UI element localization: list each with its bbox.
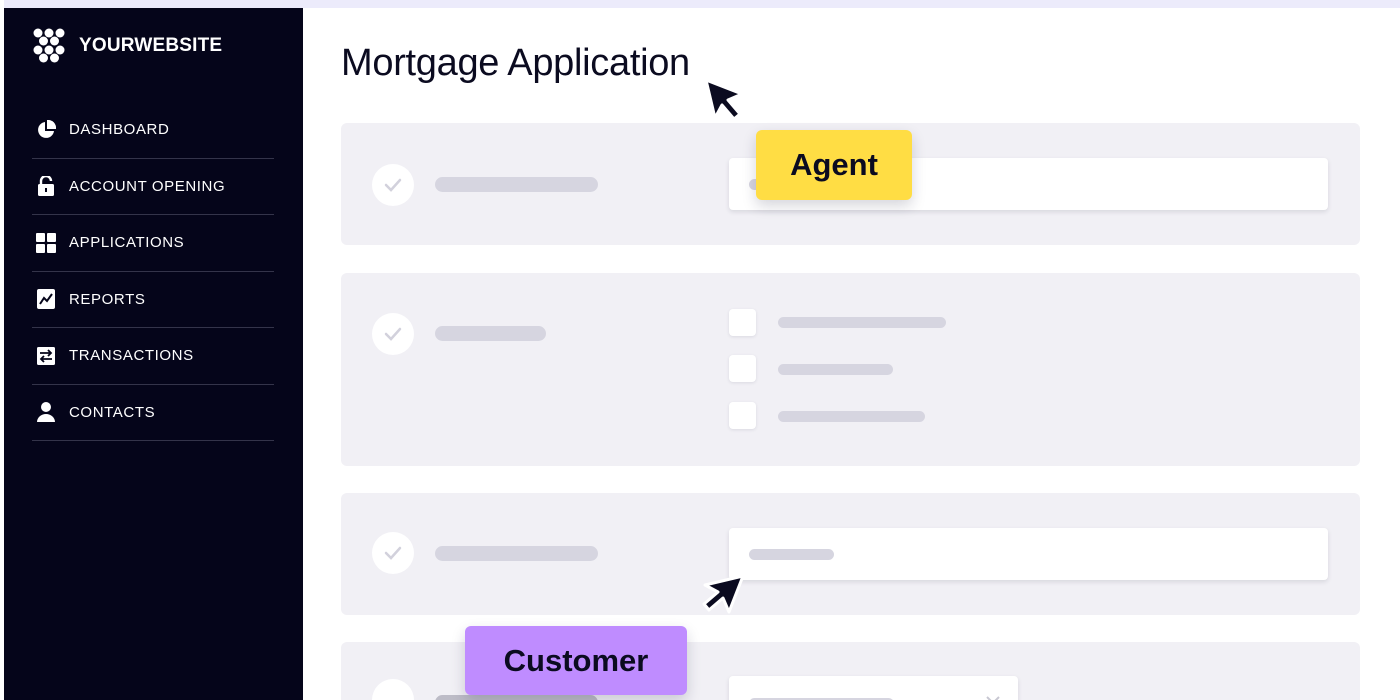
- sidebar-item-account-opening[interactable]: ACCOUNT OPENING: [32, 159, 274, 215]
- grid-icon: [34, 231, 58, 255]
- field-label-placeholder: [435, 695, 598, 700]
- sidebar-item-label: APPLICATIONS: [69, 234, 185, 252]
- chart-file-icon: [34, 287, 58, 311]
- field-label-placeholder: [435, 326, 546, 341]
- sidebar-item-applications[interactable]: APPLICATIONS: [32, 215, 274, 272]
- brand-name: YOURWEBSITE: [79, 35, 223, 56]
- sidebar-item-label: ACCOUNT OPENING: [69, 177, 226, 195]
- check-icon[interactable]: [372, 532, 414, 574]
- agent-cursor-icon: [704, 78, 744, 121]
- text-field[interactable]: [729, 528, 1328, 580]
- option-label-placeholder: [778, 317, 946, 328]
- sidebar-item-contacts[interactable]: CONTACTS: [32, 385, 274, 441]
- agent-label: Agent: [756, 130, 912, 200]
- unlock-icon: [34, 174, 58, 198]
- check-icon[interactable]: [372, 164, 414, 206]
- checkbox[interactable]: [729, 309, 756, 336]
- select-field[interactable]: [729, 676, 1018, 700]
- check-icon[interactable]: [372, 313, 414, 355]
- form-section: [341, 273, 1360, 466]
- sidebar-item-label: DASHBOARD: [69, 121, 170, 139]
- field-label-placeholder: [435, 177, 598, 192]
- pie-chart-icon: [34, 118, 58, 142]
- sidebar-item-reports[interactable]: REPORTS: [32, 272, 274, 328]
- customer-label: Customer: [465, 626, 687, 695]
- form-section: [341, 493, 1360, 615]
- user-icon: [34, 400, 58, 424]
- brand-logo[interactable]: YOURWEBSITE: [32, 28, 222, 64]
- sidebar: YOURWEBSITE DASHBOARD ACCOUNT OPENING AP…: [4, 8, 303, 700]
- logo-icon: [33, 28, 65, 63]
- option-label-placeholder: [778, 364, 893, 375]
- check-icon[interactable]: [372, 679, 414, 700]
- sidebar-item-dashboard[interactable]: DASHBOARD: [32, 102, 274, 159]
- sidebar-item-label: TRANSACTIONS: [69, 347, 194, 365]
- checkbox[interactable]: [729, 355, 756, 382]
- top-band: [0, 0, 1400, 8]
- field-label-placeholder: [435, 546, 598, 561]
- chevron-down-icon: [986, 696, 1000, 700]
- field-value-placeholder: [749, 549, 834, 560]
- customer-cursor-icon: [702, 574, 745, 614]
- sidebar-item-label: REPORTS: [69, 290, 146, 308]
- sidebar-item-label: CONTACTS: [69, 403, 156, 421]
- checkbox[interactable]: [729, 402, 756, 429]
- option-label-placeholder: [778, 411, 925, 422]
- page-title: Mortgage Application: [341, 42, 690, 84]
- sidebar-item-transactions[interactable]: TRANSACTIONS: [32, 328, 274, 385]
- exchange-icon: [34, 344, 58, 368]
- sidebar-nav: DASHBOARD ACCOUNT OPENING APPLICATIONS R…: [32, 102, 274, 441]
